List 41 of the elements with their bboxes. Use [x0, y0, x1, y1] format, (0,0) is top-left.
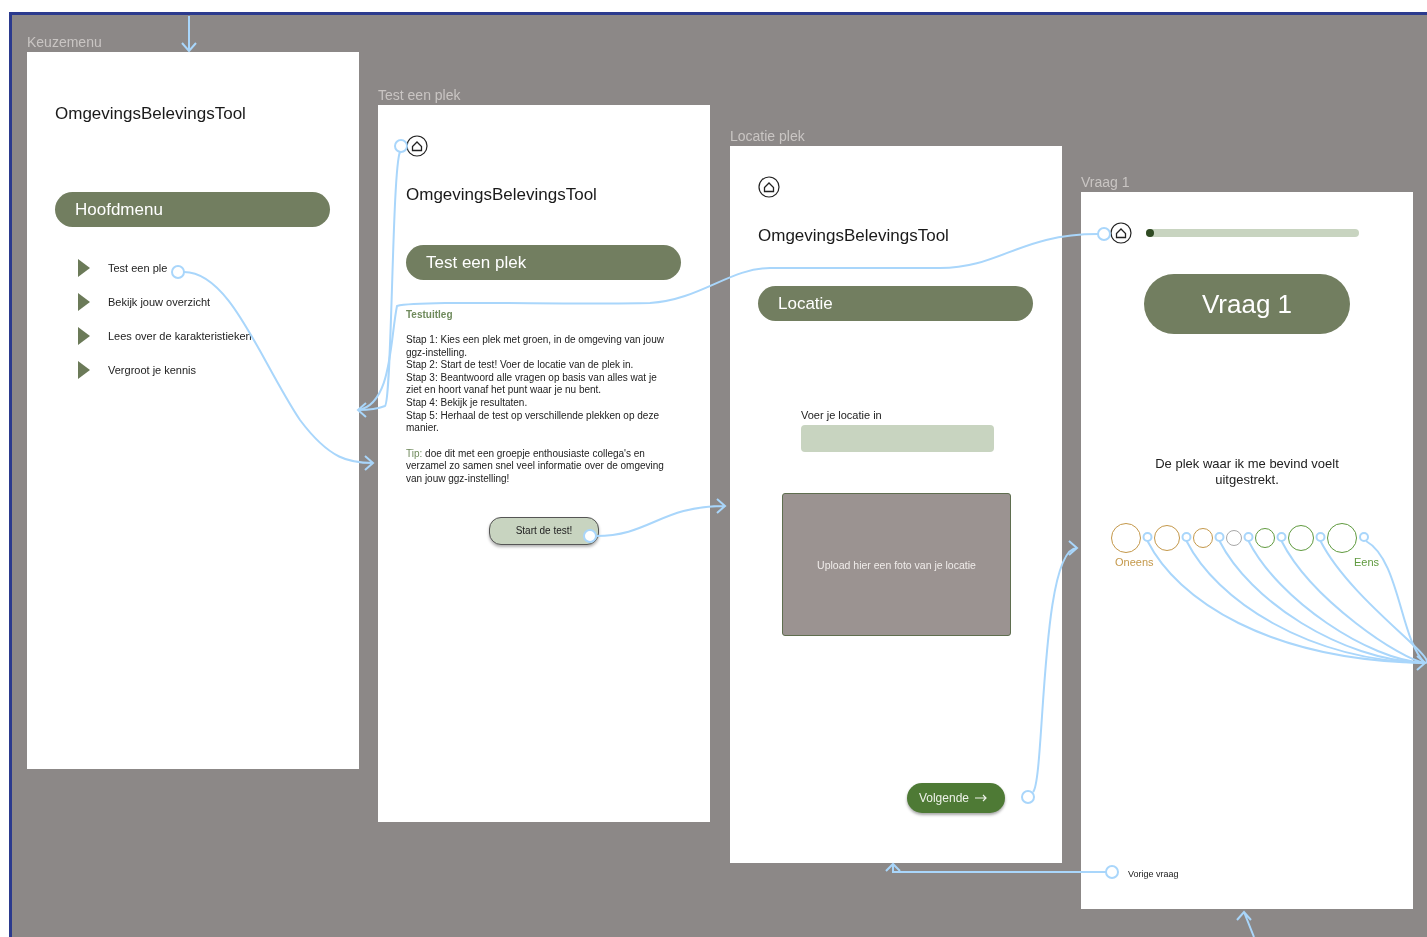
scale-low-label: Oneens	[1115, 556, 1154, 568]
triangle-icon	[78, 259, 90, 277]
triangle-icon	[78, 293, 90, 311]
instruction-step: Stap 1: Kies een plek met groen, in de omgeving van jouw ggz-instelling.	[406, 334, 674, 360]
instruction-step: Stap 4: Bekijk je resultaten.	[406, 396, 674, 410]
previous-link[interactable]: Vorige vraag	[1128, 869, 1179, 879]
frame-label: Locatie plek	[730, 127, 805, 146]
app-title: OmgevingsBelevingsTool	[55, 104, 246, 124]
instruction-step: Stap 3: Beantwoord alle vragen op basis van alles wat je ziet en hoort vanaf het punt waar je nu bent.	[406, 371, 674, 397]
triangle-icon	[78, 327, 90, 345]
question-text: De plek waar ik me bevind voelt uitgestrekt.	[1154, 456, 1340, 488]
location-field[interactable]	[801, 425, 994, 452]
menu-item[interactable]: Bekijk jouw overzicht	[108, 296, 211, 308]
app-title: OmgevingsBelevingsTool	[406, 185, 597, 205]
scale-high-label: Eens	[1353, 556, 1379, 568]
section-header: Hoofdmenu	[55, 192, 330, 227]
tip-text: Tip: doe dit met een groepje enthousiaste collega's en verzamel zo samen snel veel informatie over de omgeving van jouw ggz-instelling!	[406, 447, 665, 486]
subheading: Testuitleg	[406, 309, 453, 320]
question-header: Vraag 1	[1144, 274, 1350, 334]
field-label: Voer je locatie in	[801, 409, 882, 421]
instruction-step: Stap 2: Start de test! Voer de locatie van de plek in.	[406, 359, 674, 372]
arrow-icon	[975, 794, 987, 802]
frame-label: Vraag 1	[1081, 173, 1130, 192]
menu-item[interactable]: Test een ple	[108, 262, 168, 274]
section-header: Locatie	[758, 286, 1033, 321]
instruction-step: Stap 5: Herhaal de test op verschillende plekken op deze manier.	[406, 409, 674, 435]
app-title: OmgevingsBelevingsTool	[758, 226, 949, 246]
frame-label: Test een plek	[378, 86, 461, 105]
next-button[interactable]: Volgende	[906, 783, 1005, 813]
menu-item[interactable]: Lees over de karakteristieken	[108, 330, 252, 342]
upload-text: Upload hier een foto van je locatie	[816, 558, 977, 571]
connector-arrow	[1236, 910, 1255, 937]
home-icon[interactable]	[1110, 222, 1132, 244]
connector-arrow	[181, 15, 197, 53]
triangle-icon	[78, 361, 90, 379]
start-button[interactable]: Start de test!	[488, 516, 600, 545]
section-header: Test een plek	[406, 245, 681, 280]
home-icon[interactable]	[406, 135, 428, 157]
frame-label: Keuzemenu	[27, 33, 102, 52]
menu-item[interactable]: Vergroot je kennis	[108, 364, 197, 376]
home-icon[interactable]	[758, 176, 780, 198]
